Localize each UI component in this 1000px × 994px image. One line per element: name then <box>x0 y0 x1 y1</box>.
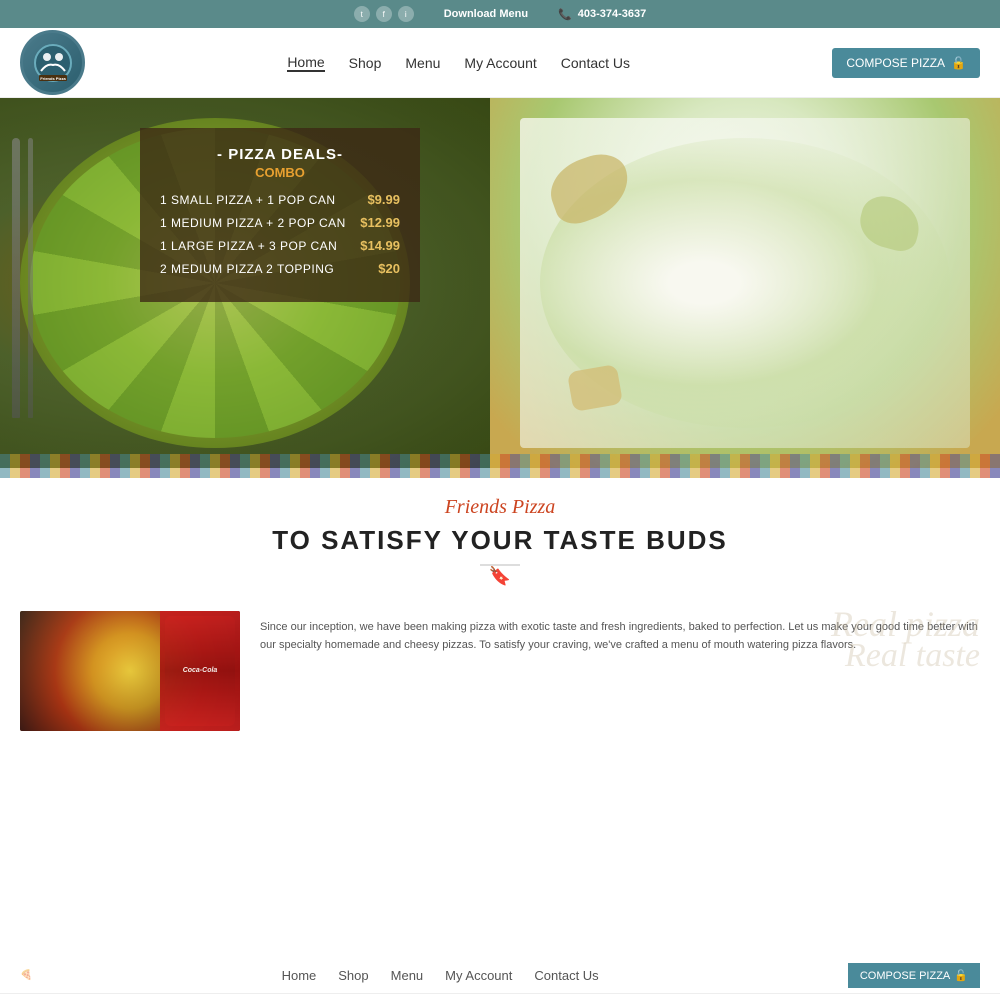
deals-box: - PIZZA DEALS- COMBO 1 SMALL PIZZA + 1 P… <box>140 128 420 302</box>
instagram-icon[interactable]: i <box>398 6 414 22</box>
second-nav-my-account[interactable]: My Account <box>445 968 512 983</box>
social-links: t f i <box>354 6 414 22</box>
bookmark-icon: 🔖 <box>0 566 1000 587</box>
deal-price-4: $20 <box>378 261 400 276</box>
second-header: 🍕 Home Shop Menu My Account Contact Us C… <box>0 958 1000 994</box>
deals-title: - PIZZA DEALS- <box>160 146 400 163</box>
top-bar: t f i Download Menu 📞 403-374-3637 <box>0 0 1000 28</box>
cola-visual: Coca‑Cola <box>160 611 240 731</box>
nav-menu[interactable]: Menu <box>405 55 440 71</box>
svg-text:Friends Pizza: Friends Pizza <box>40 76 66 81</box>
nav-shop[interactable]: Shop <box>349 55 382 71</box>
description-column: Real pizza Real taste Since our inceptio… <box>260 611 980 731</box>
second-nav-home[interactable]: Home <box>282 968 317 983</box>
second-nav-menu[interactable]: Menu <box>391 968 424 983</box>
tagline-section: Friends Pizza TO SATISFY YOUR TASTE BUDS… <box>0 478 1000 597</box>
second-compose-button[interactable]: COMPOSE PIZZA 🔓 <box>848 963 980 988</box>
deals-subtitle: COMBO <box>160 165 400 180</box>
logo-circle: Friends Pizza <box>20 30 85 95</box>
twitter-icon[interactable]: t <box>354 6 370 22</box>
nav-my-account[interactable]: My Account <box>464 55 536 71</box>
facebook-icon[interactable]: f <box>376 6 392 22</box>
main-nav: Home Shop Menu My Account Contact Us <box>287 54 630 72</box>
second-logo-area: 🍕 <box>20 970 32 981</box>
deal-price-1: $9.99 <box>367 192 400 207</box>
nav-contact-us[interactable]: Contact Us <box>561 55 630 71</box>
description-text: Since our inception, we have been making… <box>260 619 980 654</box>
compose-pizza-button[interactable]: COMPOSE PIZZA 🔓 <box>832 48 980 78</box>
deal-row-4: 2 MEDIUM PIZZA 2 TOPPING $20 <box>160 261 400 276</box>
second-nav-shop[interactable]: Shop <box>338 968 368 983</box>
download-menu-link[interactable]: Download Menu <box>444 8 528 20</box>
deal-row-1: 1 SMALL PIZZA + 1 POP CAN $9.99 <box>160 192 400 207</box>
deal-price-2: $12.99 <box>360 215 400 230</box>
deal-name-1: 1 SMALL PIZZA + 1 POP CAN <box>160 193 336 207</box>
second-nav-contact-us[interactable]: Contact Us <box>534 968 598 983</box>
deal-name-2: 1 MEDIUM PIZZA + 2 POP CAN <box>160 216 346 230</box>
pizza-image: Coca‑Cola <box>20 611 240 731</box>
deal-row-2: 1 MEDIUM PIZZA + 2 POP CAN $12.99 <box>160 215 400 230</box>
tagline-script: Friends Pizza <box>0 496 1000 519</box>
logo[interactable]: Friends Pizza <box>20 30 85 95</box>
phone-icon: 📞 <box>558 8 572 21</box>
deal-name-4: 2 MEDIUM PIZZA 2 TOPPING <box>160 262 334 276</box>
hero-right-image <box>490 98 1000 468</box>
tagline-main: TO SATISFY YOUR TASTE BUDS <box>0 525 1000 556</box>
nav-home[interactable]: Home <box>287 54 324 72</box>
color-strip <box>0 468 1000 478</box>
lower-content-row: Coca‑Cola Real pizza Real taste Since ou… <box>0 597 1000 731</box>
hero-left-image: - PIZZA DEALS- COMBO 1 SMALL PIZZA + 1 P… <box>0 98 490 468</box>
deal-price-3: $14.99 <box>360 238 400 253</box>
deal-row-3: 1 LARGE PIZZA + 3 POP CAN $14.99 <box>160 238 400 253</box>
second-nav: Home Shop Menu My Account Contact Us <box>282 968 599 983</box>
compose-icon: 🔓 <box>951 56 966 70</box>
second-compose-icon: 🔓 <box>954 969 968 982</box>
deal-name-3: 1 LARGE PIZZA + 3 POP CAN <box>160 239 337 253</box>
phone-number: 📞 403-374-3637 <box>558 8 646 21</box>
hero-section: - PIZZA DEALS- COMBO 1 SMALL PIZZA + 1 P… <box>0 98 1000 468</box>
deco-border <box>0 454 1000 468</box>
main-header: Friends Pizza Home Shop Menu My Account … <box>0 28 1000 98</box>
